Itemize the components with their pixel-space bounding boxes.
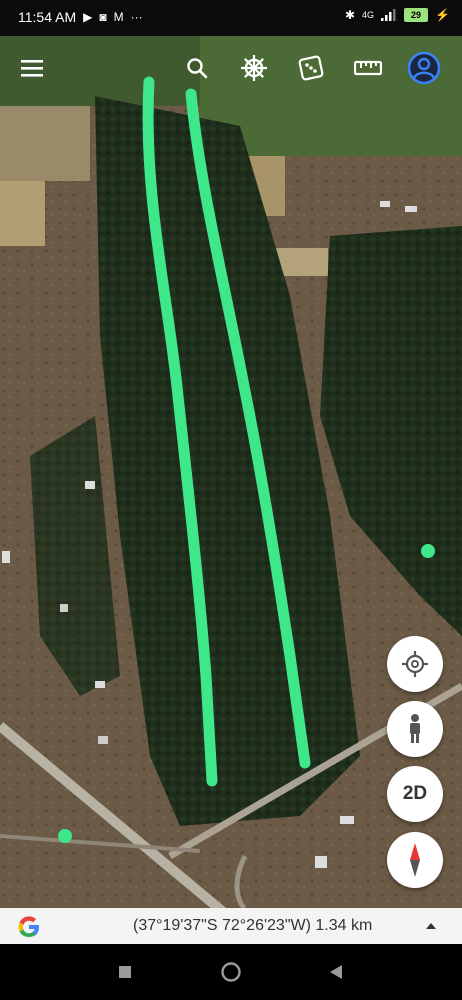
path-point-marker [58, 829, 72, 843]
circle-icon[interactable] [217, 958, 245, 986]
top-toolbar [0, 36, 462, 98]
pegman-icon [410, 714, 420, 743]
compass-icon [410, 843, 420, 877]
dice-icon[interactable] [293, 50, 329, 86]
app-notification-icon: ◙ [99, 10, 107, 24]
caret-up-icon[interactable] [426, 923, 436, 929]
bluetooth-icon: ✱ [344, 8, 356, 22]
view-mode-label: 2D [402, 783, 428, 804]
view-mode-button[interactable]: 2D [387, 766, 443, 822]
system-nav-bar [0, 944, 462, 1000]
ship-wheel-icon[interactable] [236, 50, 272, 86]
street-view-button[interactable] [387, 701, 443, 757]
signal-icon [381, 9, 396, 21]
square-icon[interactable] [111, 958, 139, 986]
charging-icon: ⚡ [435, 8, 450, 22]
ruler-icon[interactable] [350, 50, 386, 86]
crosshair-icon [402, 651, 428, 677]
compass-button[interactable] [387, 832, 443, 888]
gmail-icon: M [113, 10, 124, 24]
google-logo-icon [18, 916, 39, 937]
more-notifications-icon: ··· [130, 10, 143, 24]
network-type: 4G [362, 10, 375, 20]
status-time: 11:54 AM [18, 9, 77, 25]
battery-indicator: 29 [404, 8, 429, 22]
my-location-button[interactable] [387, 636, 443, 692]
triangle-back-icon[interactable] [322, 958, 350, 986]
search-icon[interactable] [179, 50, 215, 86]
play-store-icon: ▶ [83, 10, 93, 24]
status-bar: 11:54 AM ▶ ◙ M ··· ✱ 4G 29 ⚡ [0, 0, 462, 36]
coordinates-readout: (37°19'37"S 72°26'23"W) 1.34 km [133, 917, 373, 934]
path-point-marker [421, 544, 435, 558]
hamburger-menu-icon[interactable] [15, 50, 51, 86]
bottom-info-bar[interactable]: (37°19'37"S 72°26'23"W) 1.34 km [0, 908, 462, 944]
account-icon[interactable] [406, 50, 442, 86]
